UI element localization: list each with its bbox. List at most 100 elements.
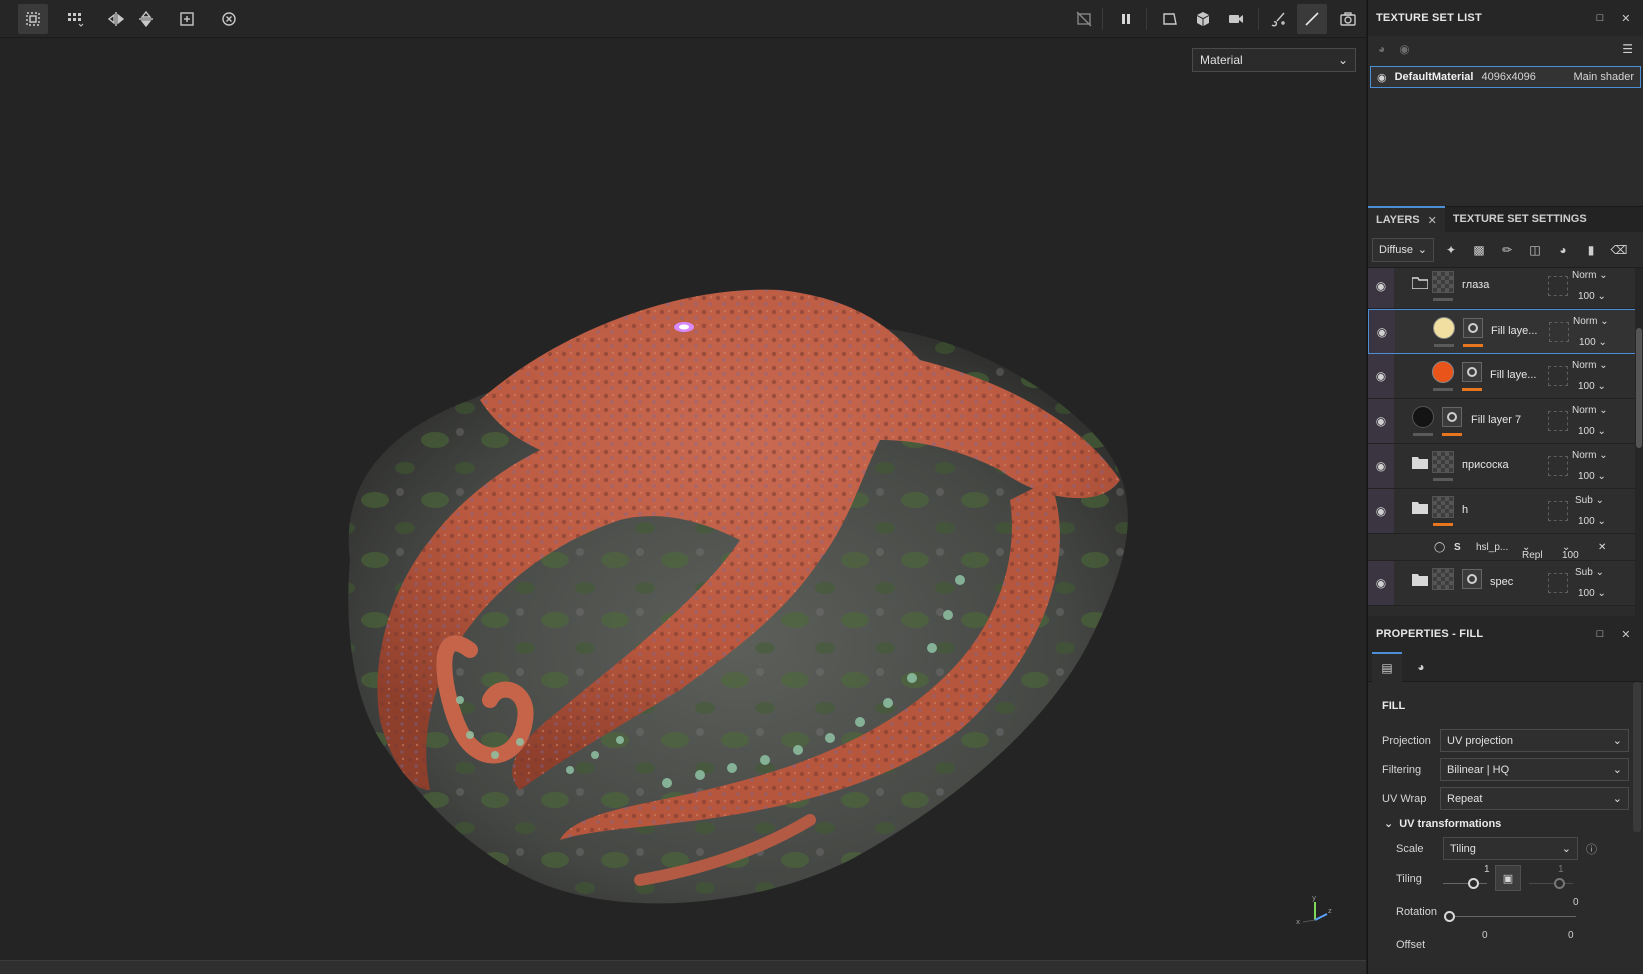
fill-layer-icon[interactable]: ◫ <box>1524 239 1546 261</box>
camera-icon[interactable] <box>1221 4 1251 34</box>
menu-icon[interactable]: ☰ <box>1622 42 1633 56</box>
layer-name[interactable]: присоска <box>1462 459 1509 471</box>
layer-mask-slot[interactable] <box>1549 322 1569 342</box>
filter-opacity[interactable]: 100 ⌄ <box>1562 542 1579 561</box>
filter-name[interactable]: hsl_p... <box>1476 542 1508 553</box>
layer-opacity[interactable]: 100 ⌄ <box>1578 426 1606 437</box>
layer-mask-slot[interactable] <box>1548 573 1568 593</box>
layer-mask-slot[interactable] <box>1548 456 1568 476</box>
cube-icon[interactable] <box>1188 4 1218 34</box>
viewport-scrollbar[interactable] <box>0 960 1366 974</box>
folder-icon[interactable]: ▮ <box>1580 239 1602 261</box>
float-panel-icon[interactable]: □ <box>1591 9 1609 27</box>
layer-opacity[interactable]: 100 ⌄ <box>1578 381 1606 392</box>
layer-name[interactable]: Fill laye... <box>1490 369 1536 381</box>
layer-row[interactable]: ◉ присоска Norm ⌄ 100 ⌄ <box>1368 444 1643 489</box>
channel-dropdown[interactable]: Diffuse ⌄ <box>1372 237 1434 262</box>
eye-icon[interactable]: ◯ <box>1434 542 1445 553</box>
uv-wrap-dropdown[interactable]: Repeat ⌄ <box>1440 787 1629 810</box>
fill-properties-tab-icon[interactable]: ▤ <box>1372 651 1402 682</box>
blend-mode[interactable]: Norm ⌄ <box>1572 270 1608 281</box>
tab-layers[interactable]: LAYERS ✕ <box>1368 206 1445 232</box>
layer-stack[interactable]: ◉ глаза Norm ⌄ 100 ⌄ ◉ Fill laye... Norm… <box>1368 268 1643 616</box>
tiling-u-knob[interactable] <box>1468 878 1479 889</box>
float-panel-icon[interactable]: □ <box>1591 625 1609 643</box>
perspective-icon[interactable] <box>1155 4 1185 34</box>
uv-transformations-toggle[interactable]: ⌄ UV transformations <box>1384 817 1629 831</box>
eye-icon[interactable]: ◉ <box>1368 444 1394 488</box>
folder-icon[interactable] <box>1412 573 1428 586</box>
layer-opacity[interactable]: 100 ⌄ <box>1578 588 1606 599</box>
eye-icon[interactable]: ◉ <box>1368 489 1394 533</box>
filtering-dropdown[interactable]: Bilinear | HQ ⌄ <box>1440 758 1629 781</box>
rotation-slider[interactable]: Rotation 0 <box>1396 896 1629 929</box>
layer-name[interactable]: глаза <box>1462 279 1489 291</box>
filter-effect-row[interactable]: ◯ S hsl_p... Repl ⌄ 100 ⌄ ✕ <box>1368 534 1643 561</box>
eye-icon[interactable]: ◉ <box>1368 354 1394 398</box>
layer-mask-slot[interactable] <box>1548 366 1568 386</box>
blend-mode[interactable]: Sub ⌄ <box>1575 495 1604 506</box>
blend-mode[interactable]: Sub ⌄ <box>1575 567 1604 578</box>
tab-texture-set-settings[interactable]: TEXTURE SET SETTINGS <box>1445 206 1595 232</box>
layer-mask-thumbnail[interactable] <box>1462 569 1482 589</box>
layer-mask-slot[interactable] <box>1548 501 1568 521</box>
grid-layout-icon[interactable] <box>60 4 90 34</box>
smart-mask-icon[interactable]: ▩ <box>1468 239 1490 261</box>
rotation-knob[interactable] <box>1444 911 1455 922</box>
folder-icon[interactable] <box>1412 501 1428 514</box>
layer-opacity[interactable]: 100 ⌄ <box>1578 516 1606 527</box>
offset-slider[interactable]: Offset 0 0 <box>1396 929 1629 962</box>
blend-mode[interactable]: Norm ⌄ <box>1572 450 1608 461</box>
layer-row[interactable]: ◉ h Sub ⌄ 100 ⌄ <box>1368 489 1643 534</box>
material-tab-icon[interactable]: ◕ <box>1406 652 1436 682</box>
layer-mask-slot[interactable] <box>1548 411 1568 431</box>
symmetry-y-icon[interactable] <box>131 4 161 34</box>
layer-mask-thumbnail[interactable] <box>1463 318 1483 338</box>
hide-ui-icon[interactable] <box>1069 4 1099 34</box>
blend-mode[interactable]: Norm ⌄ <box>1572 405 1608 416</box>
layer-row[interactable]: ◉ Fill layer 7 Norm ⌄ 100 ⌄ <box>1368 399 1643 444</box>
octopus-on-rock-model[interactable] <box>0 38 1366 960</box>
close-icon[interactable]: ✕ <box>1428 214 1437 227</box>
tiling-v-knob[interactable] <box>1554 878 1565 889</box>
layer-opacity[interactable]: 100 ⌄ <box>1578 291 1606 302</box>
filter-blend-mode[interactable]: Repl ⌄ <box>1522 542 1543 561</box>
layer-name[interactable]: Fill layer 7 <box>1471 414 1521 426</box>
magic-wand-icon[interactable]: ✦ <box>1440 239 1462 261</box>
tiling-slider[interactable]: Tiling 1 ▣ 1 <box>1396 863 1629 896</box>
texture-set-item[interactable]: ◉ DefaultMaterial 4096x4096 Main shader <box>1370 66 1641 88</box>
scale-dropdown[interactable]: Tiling ⌄ <box>1443 837 1578 860</box>
lock-icon[interactable]: ▣ <box>1495 865 1521 891</box>
layer-mask-thumbnail[interactable] <box>1462 362 1482 382</box>
symmetry-x-icon[interactable] <box>101 4 131 34</box>
layer-name[interactable]: spec <box>1490 576 1513 588</box>
close-icon[interactable]: ✕ <box>1617 625 1635 643</box>
eye-icon[interactable]: ◉ <box>1368 561 1394 605</box>
hide-all-icon[interactable]: ◕ <box>1378 42 1385 56</box>
eye-icon[interactable]: ◉ <box>1369 310 1395 353</box>
grid-select-icon[interactable] <box>18 4 48 34</box>
layer-mask-thumbnail[interactable] <box>1442 407 1462 427</box>
layer-row[interactable]: ◉ spec Sub ⌄ 100 ⌄ <box>1368 561 1643 606</box>
screenshot-icon[interactable] <box>1333 4 1363 34</box>
close-icon[interactable]: ✕ <box>1598 542 1606 553</box>
layer-opacity[interactable]: 100 ⌄ <box>1579 337 1607 348</box>
show-all-icon[interactable]: ◉ <box>1399 42 1409 56</box>
layer-name[interactable]: Fill laye... <box>1491 325 1537 337</box>
layer-opacity[interactable]: 100 ⌄ <box>1578 471 1606 482</box>
pause-icon[interactable] <box>1111 4 1141 34</box>
texture-set-shader[interactable]: Main shader <box>1573 71 1634 83</box>
layer-row[interactable]: ◉ Fill laye... Norm ⌄ 100 ⌄ <box>1368 354 1643 399</box>
layer-row[interactable]: ◉ глаза Norm ⌄ 100 ⌄ <box>1368 268 1643 309</box>
close-icon[interactable]: ✕ <box>1617 9 1635 27</box>
layer-name[interactable]: h <box>1462 504 1468 516</box>
info-icon[interactable]: ⓘ <box>1586 841 1597 857</box>
delete-icon[interactable]: ⌫ <box>1608 239 1630 261</box>
reset-camera-icon[interactable] <box>214 4 244 34</box>
viewport-3d[interactable]: Material ⌄ y z x <box>0 0 1366 960</box>
brush-settings-icon[interactable] <box>1264 4 1294 34</box>
paint-brush-icon[interactable] <box>1297 4 1327 34</box>
eye-icon[interactable]: ◉ <box>1377 71 1387 84</box>
eye-icon[interactable]: ◉ <box>1368 268 1394 308</box>
smart-material-icon[interactable]: ◕ <box>1552 239 1574 261</box>
